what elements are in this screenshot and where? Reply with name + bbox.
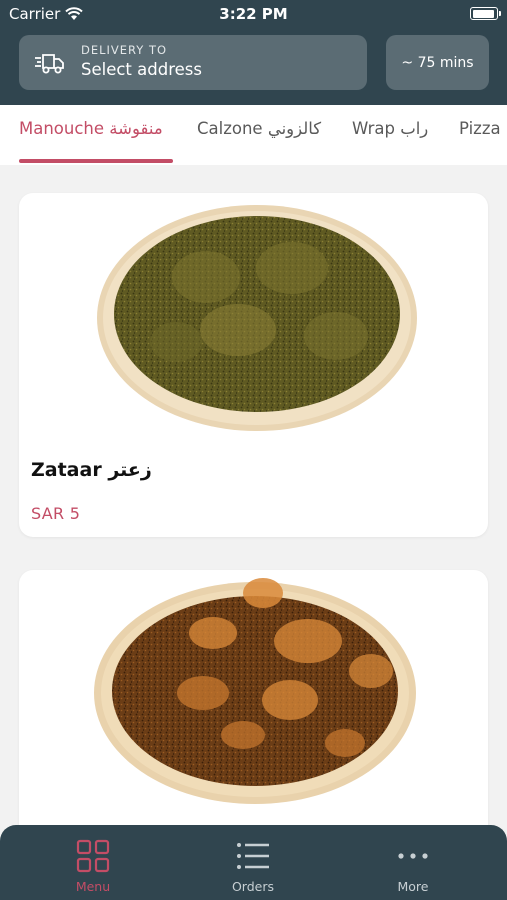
zataar-cheese-manouche-image [94,578,416,804]
app-root: Carrier 3:22 PM DELIVERY TO Select addre… [0,0,507,900]
top-header: Carrier 3:22 PM DELIVERY TO Select addre… [0,0,507,105]
delivery-address-value: Select address [81,60,202,79]
status-bar: Carrier 3:22 PM [0,0,507,30]
battery-icon [470,7,501,20]
delivery-label: DELIVERY TO [81,43,168,57]
item-price: SAR 5 [31,504,81,523]
bottom-nav: Menu Orders More [0,825,507,900]
list-icon [237,843,269,869]
tab-pizza[interactable]: Pizza [459,119,501,138]
grid-icon [76,839,110,873]
category-tabs: Manouche منقوشة Calzone كالزوني Wrap راب… [0,105,507,165]
delivery-text: DELIVERY TO Select address [81,43,202,79]
tab-calzone[interactable]: Calzone كالزوني [197,119,321,138]
status-time: 3:22 PM [219,5,288,23]
nav-menu[interactable]: Menu [33,825,153,900]
nav-menu-label: Menu [75,879,111,894]
eta-label: ~ 75 mins [401,54,474,71]
nav-more[interactable]: More [353,825,473,900]
nav-orders[interactable]: Orders [193,825,313,900]
tab-wrap[interactable]: Wrap راب [352,119,428,138]
menu-item-card[interactable]: Zataar زعتر SAR 5 [19,193,488,537]
tab-manouche[interactable]: Manouche منقوشة [19,119,163,138]
nav-orders-label: Orders [231,879,275,894]
delivery-truck-icon [35,54,64,74]
item-name: Zataar زعتر [31,459,152,481]
zataar-manouche-image [97,205,417,431]
delivery-address-button[interactable]: DELIVERY TO Select address [19,35,367,90]
nav-more-label: More [397,879,429,894]
eta-badge[interactable]: ~ 75 mins [386,35,489,90]
more-dots-icon [398,853,428,859]
active-tab-indicator [19,159,173,163]
